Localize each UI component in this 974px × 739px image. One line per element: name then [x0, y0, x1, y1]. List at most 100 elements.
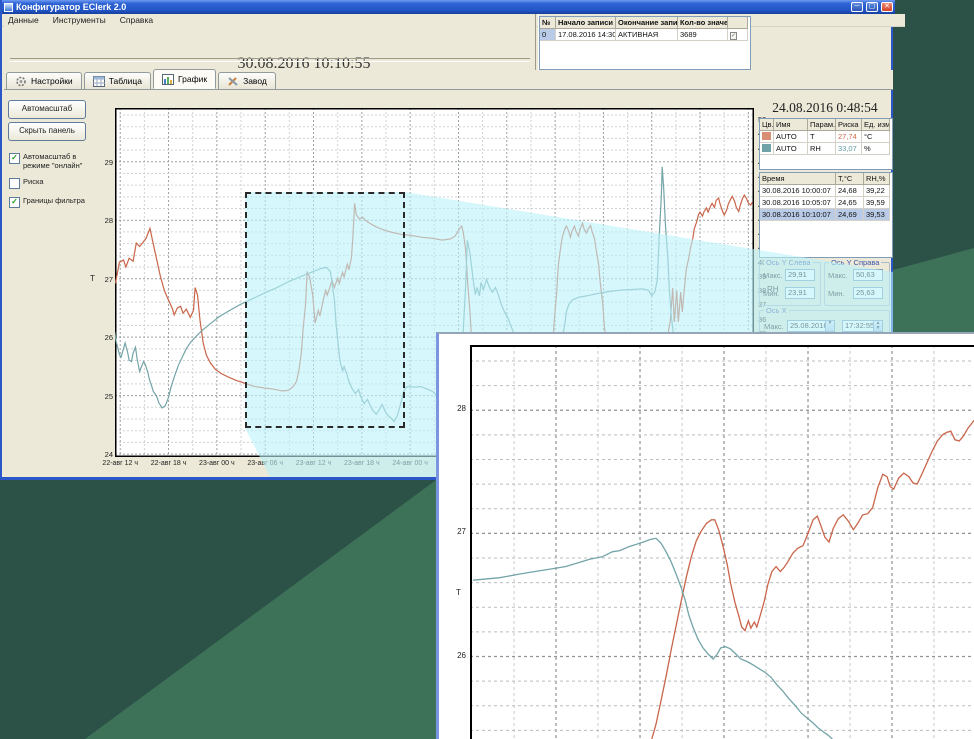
cursor-datetime: 24.08.2016 0:48:54: [759, 100, 891, 116]
checkbox-riska[interactable]: Риска: [9, 178, 87, 189]
value-row[interactable]: 30.08.2016 10:05:0724,6539,59: [760, 197, 892, 209]
checkbox-icon[interactable]: ✓: [9, 197, 20, 208]
title-bar[interactable]: Конфигуратор EClerk 2.0 ─ ▢ ✕: [2, 0, 895, 14]
tab-завод[interactable]: Завод: [218, 72, 276, 89]
record-checkbox[interactable]: ✓: [730, 32, 737, 40]
series-row[interactable]: AUTOT27,74°C: [760, 131, 892, 143]
records-table[interactable]: №Начало записиОкончание записиКол-во зна…: [539, 16, 751, 70]
chart-icon: [162, 74, 174, 85]
hide-panel-button[interactable]: Скрыть панель: [8, 122, 86, 141]
x-tick-label: 23-авг 18 ч: [335, 460, 389, 467]
tab-label: Завод: [243, 76, 267, 86]
column-header: Время: [760, 173, 836, 185]
y-left-tick-label: 25: [97, 392, 113, 401]
column-header: T,°C: [836, 173, 864, 185]
date-dropdown-icon[interactable]: ▼: [825, 320, 835, 332]
x-tick-label: 22-авг 18 ч: [142, 460, 196, 467]
x-tick-label: 24-авг 00 ч: [383, 460, 437, 467]
menu-item-справка[interactable]: Справка: [120, 15, 153, 25]
time-spinner-icon[interactable]: ▲▼: [873, 320, 883, 332]
table-cell: 30.08.2016 10:10:07: [760, 209, 836, 221]
table-cell: RH: [808, 143, 836, 155]
table-cell: 33,07: [836, 143, 862, 155]
table-cell: AUTO: [774, 143, 808, 155]
y-left-tick-label: 26: [97, 333, 113, 342]
checkbox-autoscale-online[interactable]: ✓Автомасштаб в режиме "онлайн": [9, 153, 87, 170]
min-label: Мин.: [763, 289, 780, 298]
zoom-y-tick-label: 26: [442, 651, 466, 660]
y-left-min-field[interactable]: 23,91: [785, 287, 815, 299]
x-tick-label: 23-авг 12 ч: [287, 460, 341, 467]
x-tick-label: 23-авг 06 ч: [238, 460, 292, 467]
table-cell: 3689: [678, 29, 728, 41]
y-right-axis-box: Ось Y Справа Макс. 50,63 Мин. 25,63: [824, 262, 890, 306]
x-tick-label: 23-авг 00 ч: [190, 460, 244, 467]
autoscale-button[interactable]: Автомасштаб: [8, 100, 86, 119]
column-header: Ед. изм.: [862, 119, 890, 131]
series-table[interactable]: Цв.ИмяПарам.РискаЕд. изм.AUTOT27,74°CAUT…: [759, 118, 893, 170]
table-cell: T: [808, 131, 836, 143]
zoom-y-tick-label: 28: [442, 404, 466, 413]
column-header: Парам.: [808, 119, 836, 131]
tab-график[interactable]: График: [153, 69, 216, 89]
max-label: Макс.: [764, 322, 784, 331]
column-header: [728, 17, 748, 29]
table-cell: °C: [862, 131, 890, 143]
column-header: Имя: [774, 119, 808, 131]
x-max-time-stepper[interactable]: 17:32:55: [842, 320, 876, 332]
zoom-chart-plot[interactable]: [470, 345, 974, 739]
checkbox-filter-bounds[interactable]: ✓Границы фильтра: [9, 197, 87, 208]
table-cell: АКТИВНАЯ: [616, 29, 678, 41]
zoom-y-tick-label: 27: [442, 527, 466, 536]
y-left-tick-label: 24: [97, 450, 113, 459]
separator: [10, 58, 530, 62]
y-left-axis-letter: T: [90, 274, 95, 283]
y-right-min-field[interactable]: 25,63: [853, 287, 883, 299]
series-row[interactable]: AUTORH33,07%: [760, 143, 892, 155]
table-row[interactable]: 017.08.2016 14:30:07АКТИВНАЯ3689✓: [540, 29, 750, 41]
checkbox-icon[interactable]: ✓: [9, 153, 20, 164]
value-row[interactable]: 30.08.2016 10:10:0724,6939,53: [760, 209, 892, 221]
records-table-header: №Начало записиОкончание записиКол-во зна…: [540, 17, 750, 29]
column-header: Кол-во значений: [678, 17, 728, 29]
checkbox-label: Автомасштаб в режиме "онлайн": [23, 153, 87, 170]
column-header: Цв.: [760, 119, 774, 131]
menu-item-инструменты[interactable]: Инструменты: [53, 15, 106, 25]
values-table-header: ВремяT,°CRH,%: [760, 173, 892, 185]
column-header: Начало записи: [556, 17, 616, 29]
close-button[interactable]: ✕: [881, 2, 893, 12]
table-cell: ✓: [728, 29, 748, 41]
table-icon: [93, 76, 105, 87]
min-label: Мин.: [828, 289, 845, 298]
zoom-y-axis-letter: T: [456, 588, 461, 597]
max-label: Макс.: [828, 271, 848, 280]
gear-icon: [15, 76, 27, 87]
desktop: Конфигуратор EClerk 2.0 ─ ▢ ✕ Данные Инст…: [0, 0, 974, 739]
tab-таблица[interactable]: Таблица: [84, 72, 151, 89]
checkbox-icon[interactable]: [9, 178, 20, 189]
y-right-axis-title: Ось Y Справа: [829, 258, 881, 267]
tab-label: Настройки: [31, 76, 73, 86]
table-cell: 24,69: [836, 209, 864, 221]
series-color-swatch: [762, 144, 771, 152]
value-row[interactable]: 30.08.2016 10:00:0724,6839,22: [760, 185, 892, 197]
y-left-max-field[interactable]: 29,91: [785, 269, 815, 281]
minimize-button[interactable]: ─: [851, 2, 863, 12]
status-panel: 30.08.2016 10:10:55: [4, 26, 535, 70]
table-cell: [760, 143, 774, 155]
y-left-tick-label: 29: [97, 158, 113, 167]
x-axis-title: Ось X: [764, 306, 789, 315]
tab-bar: Настройки Таблица График Завод: [4, 70, 893, 90]
column-header: Окончание записи: [616, 17, 678, 29]
table-cell: AUTO: [774, 131, 808, 143]
maximize-button[interactable]: ▢: [866, 2, 878, 12]
y-right-max-field[interactable]: 50,63: [853, 269, 883, 281]
tab-label: Таблица: [109, 76, 142, 86]
values-table[interactable]: ВремяT,°CRH,%30.08.2016 10:00:0724,6839,…: [759, 172, 893, 258]
table-cell: [760, 131, 774, 143]
checkbox-label: Риска: [23, 178, 44, 189]
zoom-selection-rect[interactable]: [245, 192, 405, 428]
menu-item-данные[interactable]: Данные: [8, 15, 39, 25]
table-cell: 24,65: [836, 197, 864, 209]
tab-настройки[interactable]: Настройки: [6, 72, 82, 89]
